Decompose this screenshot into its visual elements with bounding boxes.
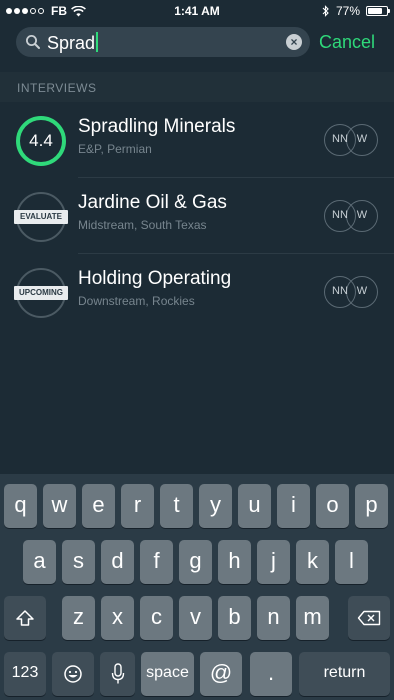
key-o[interactable]: o — [316, 484, 349, 528]
search-row: Sprad × Cancel — [0, 22, 394, 68]
key-v[interactable]: v — [179, 596, 212, 640]
score-value: 4.4 — [29, 131, 53, 150]
key-b[interactable]: b — [218, 596, 251, 640]
backspace-key[interactable] — [348, 596, 390, 640]
score-badge: 4.4 — [16, 116, 66, 166]
search-input[interactable]: Sprad — [47, 32, 99, 54]
key-s[interactable]: s — [62, 540, 95, 584]
return-key[interactable]: return — [299, 652, 390, 696]
at-key[interactable]: @ — [200, 652, 242, 696]
interviewer-avatars: W NN — [324, 200, 378, 232]
key-q[interactable]: q — [4, 484, 37, 528]
company-meta: Midstream, South Texas — [78, 218, 207, 232]
company-name: Holding Operating — [78, 268, 232, 289]
key-r[interactable]: r — [121, 484, 154, 528]
cancel-button[interactable]: Cancel — [319, 32, 375, 53]
avatar: NN — [324, 124, 356, 156]
result-row[interactable]: UPCOMING Holding Operating Downstream, R… — [0, 254, 394, 330]
dictation-key[interactable] — [100, 652, 135, 696]
search-field[interactable]: Sprad × — [16, 27, 310, 57]
shift-icon — [16, 610, 34, 626]
status-label: EVALUATE — [14, 210, 68, 224]
key-f[interactable]: f — [140, 540, 173, 584]
company-name: Jardine Oil & Gas — [78, 192, 227, 213]
battery-icon — [366, 6, 390, 16]
score-ring: 4.4 — [16, 116, 66, 166]
key-d[interactable]: d — [101, 540, 134, 584]
bluetooth-icon — [322, 5, 329, 17]
key-p[interactable]: p — [355, 484, 388, 528]
key-u[interactable]: u — [238, 484, 271, 528]
screen: FB 1:41 AM 77% Sprad × Cancel INTERVIEWS… — [0, 0, 394, 700]
key-m[interactable]: m — [296, 596, 329, 640]
key-t[interactable]: t — [160, 484, 193, 528]
key-h[interactable]: h — [218, 540, 251, 584]
microphone-icon — [111, 663, 124, 684]
key-k[interactable]: k — [296, 540, 329, 584]
period-key[interactable]: . — [250, 652, 292, 696]
company-meta: E&P, Permian — [78, 142, 152, 156]
avatar: NN — [324, 276, 356, 308]
key-j[interactable]: j — [257, 540, 290, 584]
key-z[interactable]: z — [62, 596, 95, 640]
numbers-key[interactable]: 123 — [4, 652, 46, 696]
search-icon — [26, 35, 40, 49]
text-cursor — [96, 32, 99, 52]
avatar: NN — [324, 200, 356, 232]
section-header-interviews: INTERVIEWS — [0, 72, 394, 102]
keyboard: q w e r t y u i o p a s d f g h j k l z … — [0, 474, 394, 700]
company-name: Spradling Minerals — [78, 116, 236, 137]
result-row[interactable]: EVALUATE Jardine Oil & Gas Midstream, So… — [0, 178, 394, 254]
emoji-key[interactable] — [52, 652, 94, 696]
key-g[interactable]: g — [179, 540, 212, 584]
result-row[interactable]: 4.4 Spradling Minerals E&P, Permian W NN — [0, 102, 394, 178]
key-n[interactable]: n — [257, 596, 290, 640]
status-right: 77% — [322, 4, 390, 18]
search-query: Sprad — [47, 33, 96, 53]
emoji-icon — [64, 665, 82, 683]
clear-search-icon[interactable]: × — [286, 34, 302, 50]
shift-key[interactable] — [4, 596, 46, 640]
status-badge: UPCOMING — [14, 268, 68, 318]
key-i[interactable]: i — [277, 484, 310, 528]
battery-fill — [368, 8, 382, 14]
key-x[interactable]: x — [101, 596, 134, 640]
key-w[interactable]: w — [43, 484, 76, 528]
company-meta: Downstream, Rockies — [78, 294, 195, 308]
key-c[interactable]: c — [140, 596, 173, 640]
battery-percent: 77% — [335, 4, 360, 18]
status-label: UPCOMING — [14, 286, 68, 300]
interviewer-avatars: W NN — [324, 124, 378, 156]
key-y[interactable]: y — [199, 484, 232, 528]
space-key[interactable]: space — [141, 652, 194, 696]
status-bar: FB 1:41 AM 77% — [0, 0, 394, 22]
backspace-icon — [357, 610, 381, 626]
key-l[interactable]: l — [335, 540, 368, 584]
key-e[interactable]: e — [82, 484, 115, 528]
interviewer-avatars: W NN — [324, 276, 378, 308]
status-badge: EVALUATE — [14, 192, 68, 242]
key-a[interactable]: a — [23, 540, 56, 584]
